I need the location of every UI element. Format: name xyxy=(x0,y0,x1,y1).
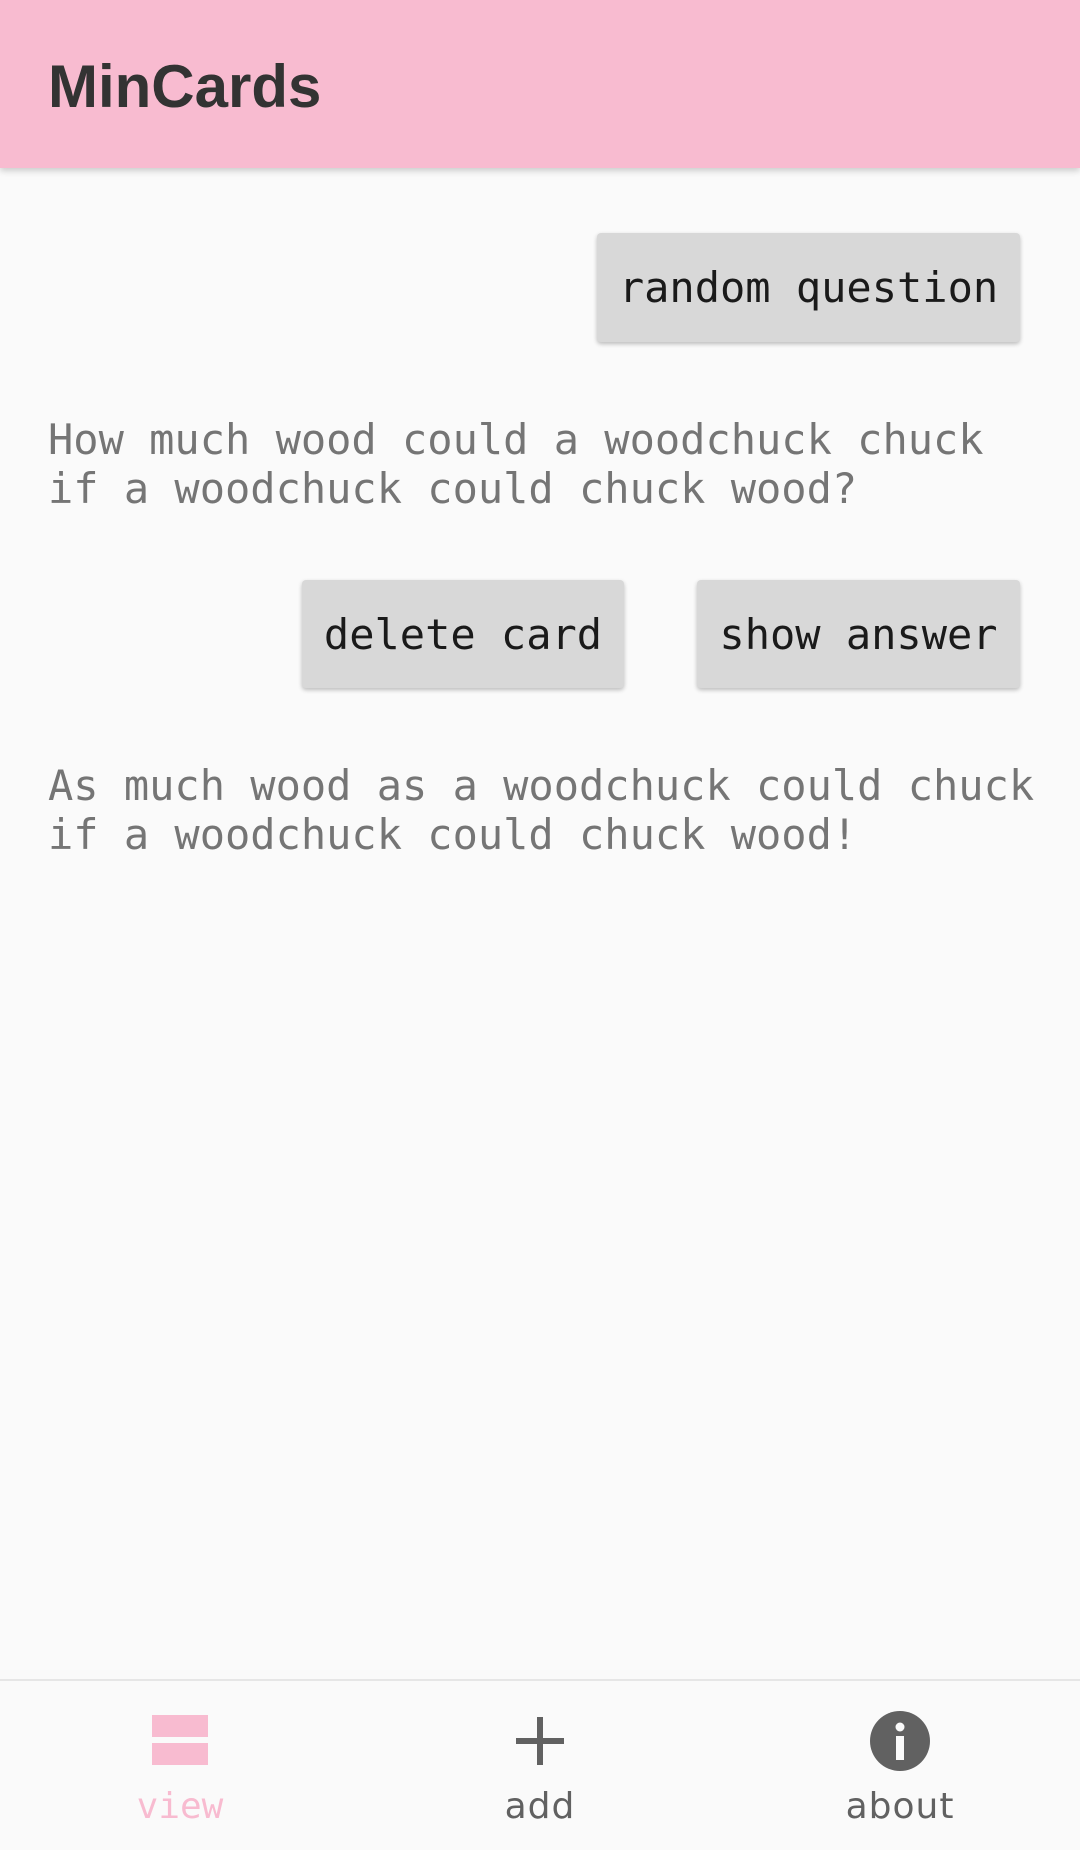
show-answer-button[interactable]: show answer xyxy=(697,580,1020,688)
view-list-icon xyxy=(152,1715,208,1765)
nav-item-add[interactable]: add xyxy=(360,1681,720,1850)
nav-item-about[interactable]: about xyxy=(720,1681,1080,1850)
nav-label-add: add xyxy=(504,1786,576,1827)
nav-label-about: about xyxy=(845,1786,955,1827)
nav-label-view: view xyxy=(136,1786,224,1827)
plus-icon xyxy=(516,1717,564,1765)
delete-card-button[interactable]: delete card xyxy=(302,580,624,688)
app-title: MinCards xyxy=(48,53,322,120)
nav-item-view[interactable]: view xyxy=(0,1681,360,1850)
app-bar: MinCards xyxy=(0,0,1080,168)
random-question-button[interactable]: random question xyxy=(597,233,1020,342)
bottom-navigation: view add about xyxy=(0,1679,1080,1848)
info-icon xyxy=(870,1711,930,1771)
answer-text: As much wood as a woodchuck could chuck … xyxy=(48,761,1035,859)
question-text: How much wood could a woodchuck chuck if… xyxy=(48,415,984,513)
